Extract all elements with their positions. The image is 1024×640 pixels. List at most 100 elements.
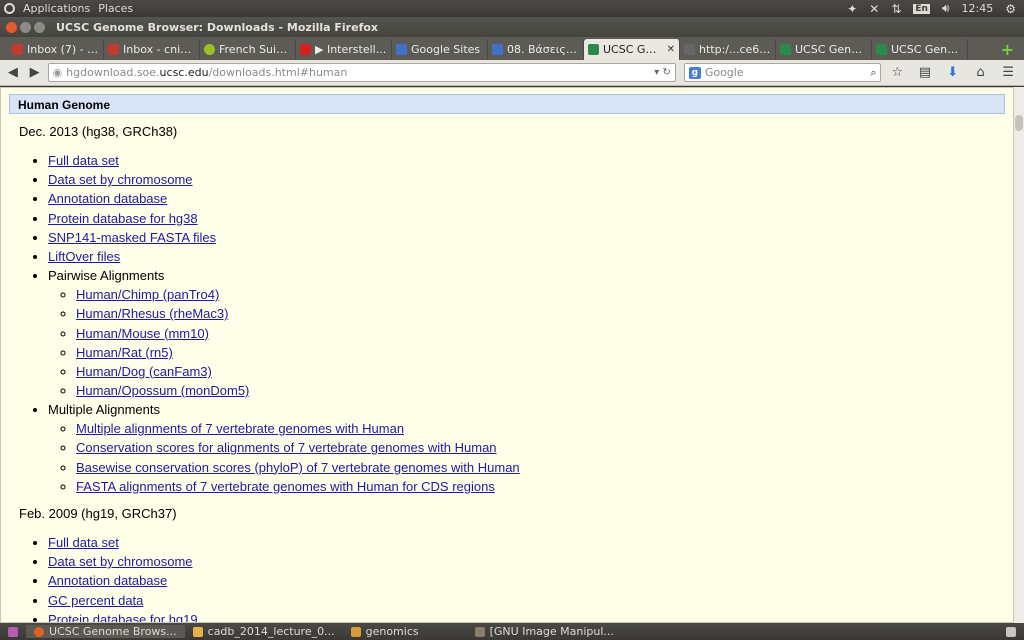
pairwise-link[interactable]: Human/Chimp (panTro4)	[76, 287, 219, 302]
tab-label: http:/...ce66a	[699, 43, 771, 56]
multiple-alignment-link[interactable]: FASTA alignments of 7 vertebrate genomes…	[76, 479, 495, 494]
multiple-alignment-link[interactable]: Multiple alignments of 7 vertebrate geno…	[76, 421, 404, 436]
list-item: Human/Opossum (monDom5)	[76, 381, 1013, 400]
top-panel: Applications Places ✦ ✕ ⇅ En 🔊︎ 12:45 ⚙	[0, 0, 1024, 17]
keyboard-layout-indicator[interactable]: En	[913, 3, 930, 14]
tab-label: UCSC Geno...	[891, 43, 963, 56]
forward-arrow-icon[interactable]: ▶	[26, 65, 44, 80]
site-identity-icon[interactable]: ◉	[53, 66, 63, 79]
tab-ucsc-active[interactable]: UCSC Ge... ✕	[584, 39, 680, 60]
tab-label: 08. Βάσεις Δ...	[507, 43, 579, 56]
close-tab-icon[interactable]: ✕	[667, 44, 675, 55]
places-menu[interactable]: Places	[98, 2, 133, 15]
firefox-icon	[34, 626, 44, 637]
list-item: LiftOver files	[48, 247, 1013, 266]
full-data-set-link[interactable]: Full data set	[48, 153, 119, 168]
trash-can-icon	[1006, 626, 1016, 637]
taskbar-item-label: UCSC Genome Brows...	[49, 625, 177, 638]
clock[interactable]: 12:45	[962, 2, 994, 15]
annotation-database-link[interactable]: Annotation database	[48, 573, 167, 588]
tab-vaseis[interactable]: 08. Βάσεις Δ...	[488, 39, 584, 60]
taskbar-item-firefox[interactable]: UCSC Genome Brows...	[26, 625, 185, 638]
list-item: Full data set	[48, 151, 1013, 170]
tab-ucsc-2[interactable]: UCSC Geno...	[776, 39, 872, 60]
network-icon[interactable]: ⇅	[891, 2, 901, 16]
release-title: Feb. 2009 (hg19, GRCh37)	[19, 506, 177, 521]
back-arrow-icon[interactable]: ◀	[4, 65, 22, 80]
multiple-alignments-label: Multiple Alignments	[48, 402, 160, 418]
tab-label: Inbox - cnik...	[123, 43, 195, 56]
list-item: Full data set	[48, 533, 1013, 552]
taskbar-item-folder[interactable]: genomics	[343, 625, 427, 638]
site-icon	[492, 44, 503, 55]
gmail-icon	[108, 44, 119, 55]
data-by-chromosome-link[interactable]: Data set by chromosome	[48, 172, 193, 187]
window-title: UCSC Genome Browser: Downloads - Mozilla…	[56, 20, 379, 34]
list-item: Protein database for hg38	[48, 209, 1013, 228]
pairwise-list: Human/Chimp (panTro4) Human/Rhesus (rheM…	[48, 285, 1013, 400]
list-item: SNP141-masked FASTA files	[48, 228, 1013, 247]
menu-hamburger-icon[interactable]: ☰	[996, 65, 1020, 80]
window-close-button[interactable]	[6, 21, 17, 33]
tab-inbox-2[interactable]: Inbox - cnik...	[104, 39, 200, 60]
tab-inbox-1[interactable]: Inbox (7) - c...	[8, 39, 104, 60]
data-by-chromosome-link[interactable]: Data set by chromosome	[48, 554, 193, 569]
url-bar[interactable]: ◉ hgdownload.soe. ucsc.edu/downloads.html…	[47, 63, 676, 82]
tab-interstellar[interactable]: ▶ Interstell...	[296, 39, 392, 60]
full-data-set-link[interactable]: Full data set	[48, 535, 119, 550]
list-item: FASTA alignments of 7 vertebrate genomes…	[76, 477, 1013, 496]
pairwise-link[interactable]: Human/Rat (rn5)	[76, 345, 173, 360]
pairwise-link[interactable]: Human/Rhesus (rheMac3)	[76, 306, 228, 321]
list-item: Data set by chromosome	[48, 170, 1013, 189]
pairwise-link[interactable]: Human/Dog (canFam3)	[76, 364, 212, 379]
page-content: Human Genome Dec. 2013 (hg38, GRCh38) Fu…	[0, 87, 1014, 623]
new-tab-plus-icon[interactable]: +	[1001, 39, 1014, 60]
tab-http[interactable]: http:/...ce66a	[680, 39, 776, 60]
tab-label: Google Sites	[411, 43, 481, 56]
ucsc-icon	[780, 44, 791, 55]
protein-database-link[interactable]: Protein database for hg19	[48, 612, 198, 622]
gc-percent-link[interactable]: GC percent data	[48, 593, 143, 608]
multiple-alignment-link[interactable]: Basewise conservation scores (phyloP) of…	[76, 460, 520, 475]
pairwise-link[interactable]: Human/Opossum (monDom5)	[76, 383, 249, 398]
tab-google-sites[interactable]: Google Sites	[392, 39, 488, 60]
applications-menu[interactable]: Applications	[23, 2, 90, 15]
google-search-engine-icon[interactable]: g	[688, 66, 701, 79]
dropbox-icon[interactable]: ✦	[847, 2, 857, 16]
search-icon[interactable]: ⌕	[870, 66, 876, 80]
url-dropdown-icon[interactable]: ▾ ↻	[654, 67, 671, 78]
taskbar-item-gimp[interactable]: [GNU Image Manipul...	[467, 625, 622, 638]
download-arrow-icon[interactable]: ⬇	[941, 65, 965, 80]
show-desktop-icon[interactable]	[0, 626, 26, 637]
volume-icon[interactable]: 🔊︎	[942, 1, 950, 16]
tab-french-suite[interactable]: French Suite...	[200, 39, 296, 60]
snp-masked-fasta-link[interactable]: SNP141-masked FASTA files	[48, 230, 216, 245]
ubuntu-logo-icon[interactable]	[4, 3, 15, 14]
window-maximize-button[interactable]	[34, 21, 45, 33]
reading-list-icon[interactable]: ▤	[913, 65, 937, 80]
home-icon[interactable]: ⌂	[969, 65, 993, 80]
annotation-database-link[interactable]: Annotation database	[48, 191, 167, 206]
taskbar-item-label: [GNU Image Manipul...	[489, 625, 614, 638]
multiple-list: Multiple alignments of 7 vertebrate geno…	[48, 419, 1013, 496]
multiple-alignment-link[interactable]: Conservation scores for alignments of 7 …	[76, 440, 497, 455]
vertical-scrollbar[interactable]	[1014, 87, 1024, 623]
liftover-files-link[interactable]: LiftOver files	[48, 249, 120, 264]
tools-icon[interactable]: ✕	[869, 2, 879, 16]
settings-gear-icon[interactable]: ⚙	[1005, 2, 1016, 16]
bookmark-star-icon[interactable]: ☆	[885, 65, 909, 80]
trash-icon[interactable]	[998, 626, 1024, 637]
taskbar-item-document[interactable]: cadb_2014_lecture_0...	[185, 625, 343, 638]
tab-ucsc-3[interactable]: UCSC Geno...	[872, 39, 968, 60]
search-bar[interactable]: g Google ⌕	[683, 63, 882, 82]
pairwise-link[interactable]: Human/Mouse (mm10)	[76, 326, 209, 341]
protein-database-link[interactable]: Protein database for hg38	[48, 211, 198, 226]
scrollbar-thumb[interactable]	[1015, 115, 1023, 131]
taskbar-item-label: cadb_2014_lecture_0...	[207, 625, 335, 638]
url-prefix: hgdownload.soe.	[66, 66, 160, 79]
tab-label: UCSC Ge...	[603, 43, 663, 56]
section-heading: Human Genome	[9, 94, 1005, 114]
list-item: Human/Rhesus (rheMac3)	[76, 304, 1013, 323]
window-minimize-button[interactable]	[20, 21, 31, 33]
list-item: GC percent data	[48, 591, 1013, 610]
